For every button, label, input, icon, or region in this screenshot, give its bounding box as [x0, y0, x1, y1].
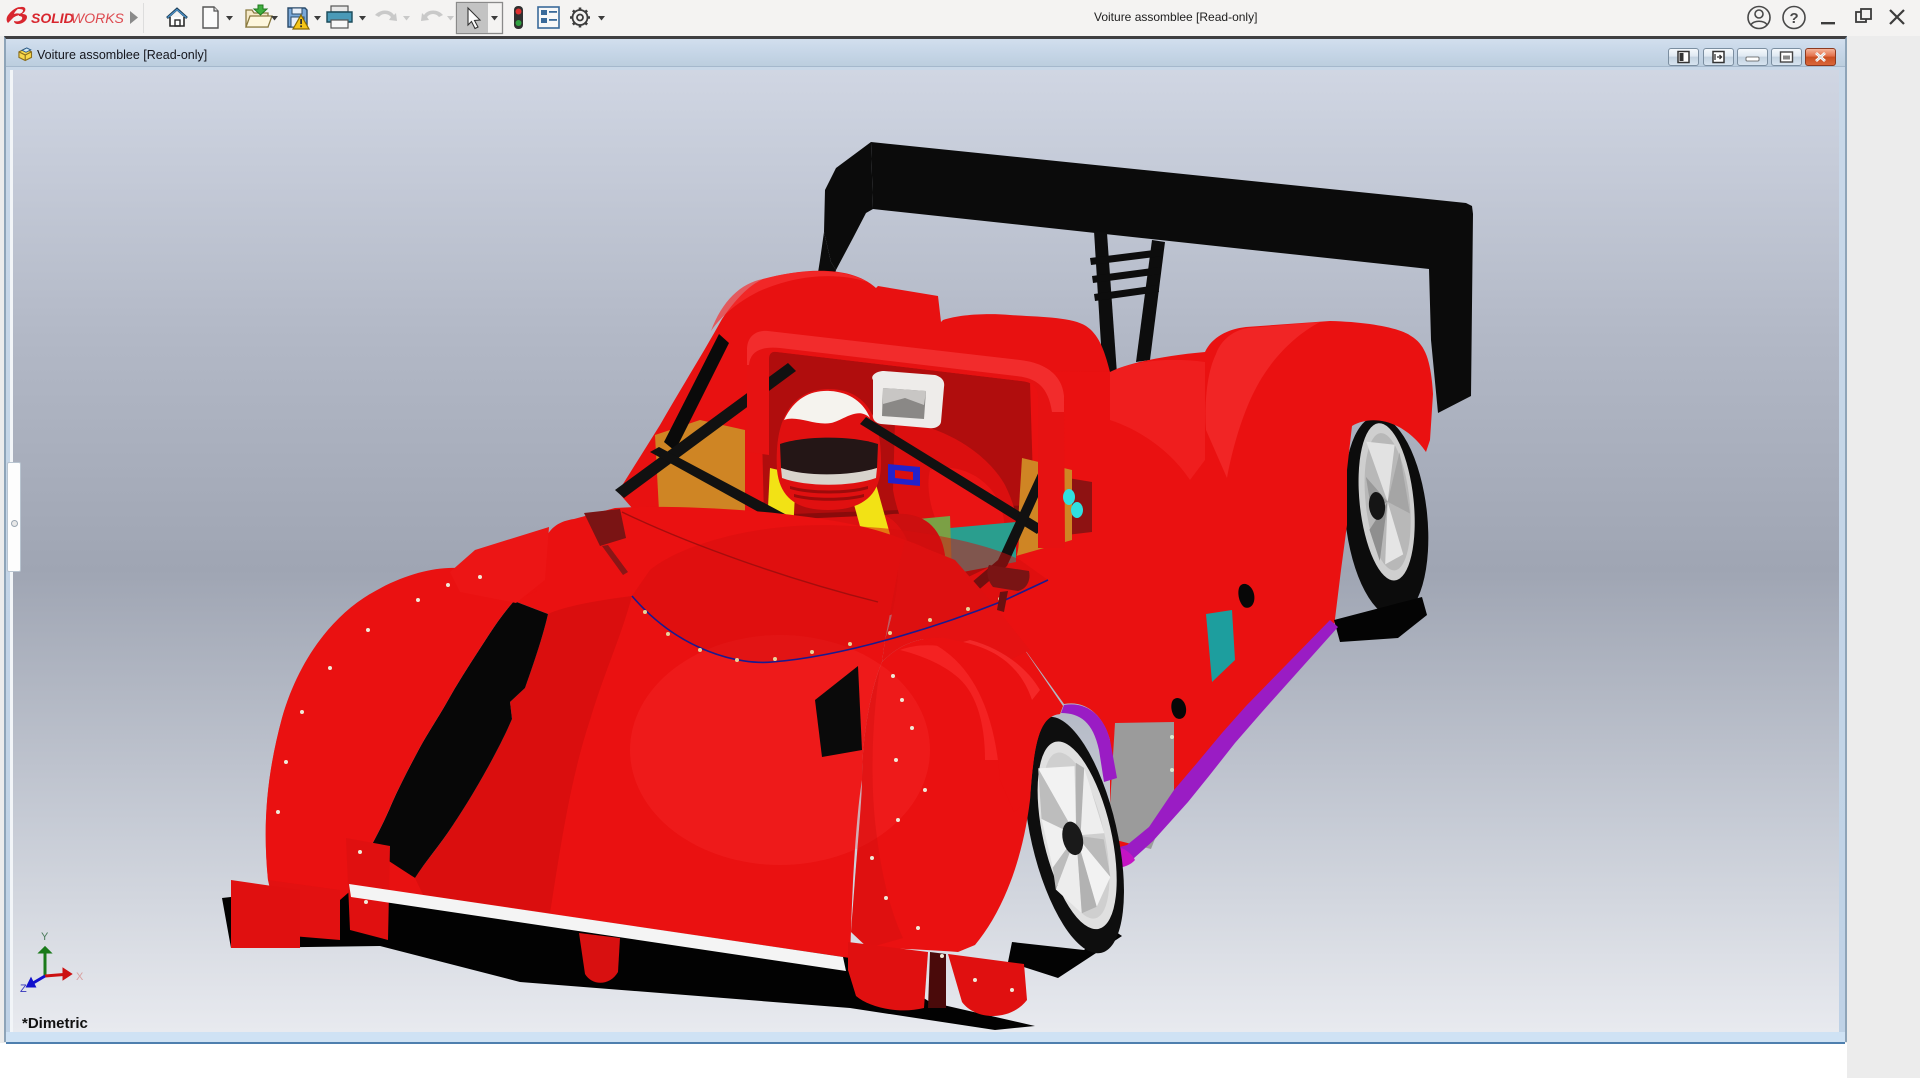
svg-text:*Dimetric: *Dimetric [22, 1015, 88, 1032]
svg-text:SOLID: SOLID [31, 10, 74, 26]
svg-text:X: X [76, 971, 84, 983]
svg-text:WORKS: WORKS [71, 10, 125, 26]
svg-text:Z: Z [20, 983, 27, 995]
svg-text:Y: Y [41, 931, 49, 943]
svg-text:?: ? [1790, 10, 1799, 27]
